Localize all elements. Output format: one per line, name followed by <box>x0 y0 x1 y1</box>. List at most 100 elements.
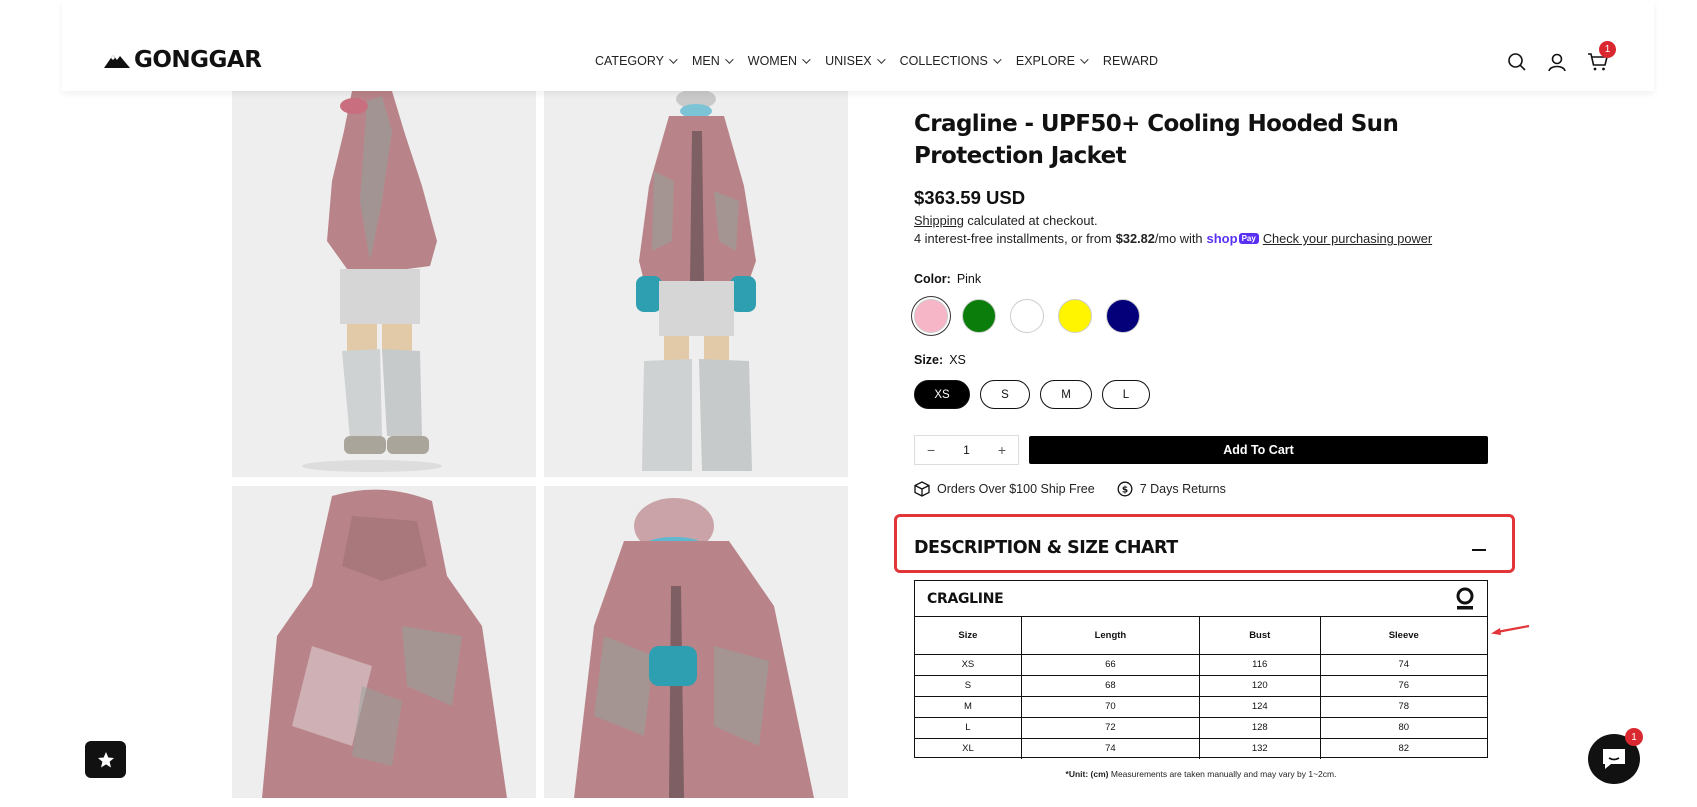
perk-free-shipping-text: Orders Over $100 Ship Free <box>937 482 1095 496</box>
product-image-back[interactable] <box>232 486 536 798</box>
shop-pay-badge: Pay <box>1238 233 1259 244</box>
add-to-cart-button[interactable]: Add To Cart <box>1029 436 1488 464</box>
chevron-down-icon <box>876 55 886 64</box>
size-table-header: Size <box>915 617 1022 655</box>
size-chart-unit: *Unit: (cm) <box>1065 769 1109 779</box>
table-cell: 68 <box>1020 674 1200 697</box>
table-cell: L <box>915 716 1022 739</box>
shipping-note: Shipping calculated at checkout. <box>914 213 1098 228</box>
size-chart-header: CRAGLINE <box>915 581 1487 617</box>
left-margin <box>0 91 62 807</box>
table-row: XL 74 132 82 <box>915 737 1487 759</box>
qty-plus-button[interactable]: + <box>998 442 1006 458</box>
header-icons: 1 <box>1507 41 1616 72</box>
table-cell: 116 <box>1198 653 1321 676</box>
table-cell: 124 <box>1198 695 1321 718</box>
account-icon[interactable] <box>1547 52 1567 72</box>
nav-item-label: UNISEX <box>825 54 872 68</box>
product-image-front[interactable] <box>544 91 848 477</box>
mountain-logo-icon <box>104 55 130 68</box>
table-row: M 70 124 78 <box>915 695 1487 718</box>
size-option-xs[interactable]: XS <box>914 380 970 409</box>
color-label-row: Color: Pink <box>914 272 981 286</box>
chevron-down-icon <box>1080 55 1089 64</box>
size-option-l[interactable]: L <box>1102 380 1150 409</box>
size-table-header: Bust <box>1198 617 1321 655</box>
size-table-header: Sleeve <box>1319 617 1487 655</box>
table-cell: M <box>915 695 1022 718</box>
cart-icon[interactable]: 1 <box>1587 41 1616 72</box>
nav-item-men[interactable]: MEN <box>692 54 734 68</box>
shipping-text: calculated at checkout. <box>963 213 1098 228</box>
size-value: XS <box>949 353 966 367</box>
product-page: GONGGAR CATEGORY MEN WOMEN UNISEX COLLECTION… <box>0 0 1697 807</box>
nav-item-explore[interactable]: EXPLORE <box>1015 54 1089 68</box>
nav-item-label: EXPLORE <box>1015 54 1075 68</box>
nav-item-unisex[interactable]: UNISEX <box>825 54 886 68</box>
nav-item-label: CATEGORY <box>595 54 664 68</box>
product-price: $363.59 USD <box>914 187 1026 208</box>
size-option-s[interactable]: S <box>980 380 1030 409</box>
nav-item-label: WOMEN <box>747 54 798 68</box>
color-swatch[interactable] <box>1106 299 1140 333</box>
quantity-stepper: − 1 + <box>914 435 1019 465</box>
description-accordion-title[interactable]: DESCRIPTION & SIZE CHART <box>914 538 1178 558</box>
shipping-link[interactable]: Shipping <box>914 213 964 228</box>
chat-icon <box>1603 749 1625 769</box>
table-cell: XS <box>915 653 1022 676</box>
installments-prefix: 4 interest-free installments, or from <box>914 231 1112 246</box>
nav-item-women[interactable]: WOMEN <box>747 54 811 68</box>
table-cell: 120 <box>1198 674 1321 697</box>
table-row: XS 66 116 74 <box>915 653 1487 676</box>
product-title: Cragline - UPF50+ Cooling Hooded Sun Pro… <box>914 111 1399 169</box>
color-swatches <box>914 299 1140 333</box>
nav-item-reward[interactable]: REWARD <box>1103 54 1158 68</box>
table-cell: S <box>915 674 1022 697</box>
red-arrow-icon <box>1491 624 1530 635</box>
size-chart-brand: CRAGLINE <box>927 591 1004 607</box>
color-swatch[interactable] <box>1058 299 1092 333</box>
product-image-side[interactable] <box>232 91 536 477</box>
perk-free-shipping: Orders Over $100 Ship Free <box>914 481 1095 497</box>
installments-amount: $32.82 <box>1115 231 1155 246</box>
rewards-launcher-button[interactable] <box>85 741 126 778</box>
nav-item-category[interactable]: CATEGORY <box>595 54 678 68</box>
size-label-row: Size: XS <box>914 353 966 367</box>
brand-mark-icon <box>1456 587 1474 610</box>
collapse-minus-icon[interactable] <box>1472 549 1486 551</box>
size-chart-note: *Unit: (cm) Measurements are taken manua… <box>914 769 1488 779</box>
color-swatch[interactable] <box>914 299 948 333</box>
brand-logo[interactable]: GONGGAR <box>104 47 262 73</box>
table-cell: XL <box>915 737 1022 759</box>
size-option-m[interactable]: M <box>1040 380 1092 409</box>
svg-text:$: $ <box>1122 486 1128 496</box>
dollar-circle-icon: $ <box>1117 481 1133 497</box>
table-cell: 66 <box>1020 653 1200 676</box>
search-icon[interactable] <box>1507 52 1527 72</box>
size-options: XS S M L <box>914 380 1150 409</box>
table-row: L 72 128 80 <box>915 716 1487 739</box>
color-swatch[interactable] <box>1010 299 1044 333</box>
qty-value[interactable]: 1 <box>963 443 970 457</box>
perks-row: Orders Over $100 Ship Free $ 7 Days Retu… <box>914 481 1226 497</box>
perk-returns-text: 7 Days Returns <box>1139 482 1226 496</box>
color-swatch[interactable] <box>962 299 996 333</box>
table-cell: 128 <box>1198 716 1321 739</box>
table-cell: 132 <box>1198 737 1321 759</box>
nav-item-label: COLLECTIONS <box>899 54 988 68</box>
nav-item-collections[interactable]: COLLECTIONS <box>899 54 1002 68</box>
product-image-closeup[interactable] <box>544 486 848 798</box>
purchasing-power-link[interactable]: Check your purchasing power <box>1263 231 1432 246</box>
size-chart: CRAGLINE Size Length Bust Sleeve XS 66 116 74 S… <box>914 580 1488 759</box>
qty-minus-button[interactable]: − <box>927 442 935 458</box>
size-table-header: Length <box>1020 617 1200 655</box>
main-nav: CATEGORY MEN WOMEN UNISEX COLLECTIONS EXPLORE… <box>595 54 1158 68</box>
table-cell: 78 <box>1319 695 1487 718</box>
chevron-down-icon <box>993 55 1002 64</box>
nav-item-label: MEN <box>692 54 720 68</box>
table-cell: 80 <box>1319 716 1487 739</box>
site-header: GONGGAR CATEGORY MEN WOMEN UNISEX COLLECTION… <box>62 0 1654 91</box>
table-cell: 70 <box>1020 695 1200 718</box>
table-cell: 72 <box>1020 716 1200 739</box>
cart-count-badge: 1 <box>1599 41 1616 58</box>
